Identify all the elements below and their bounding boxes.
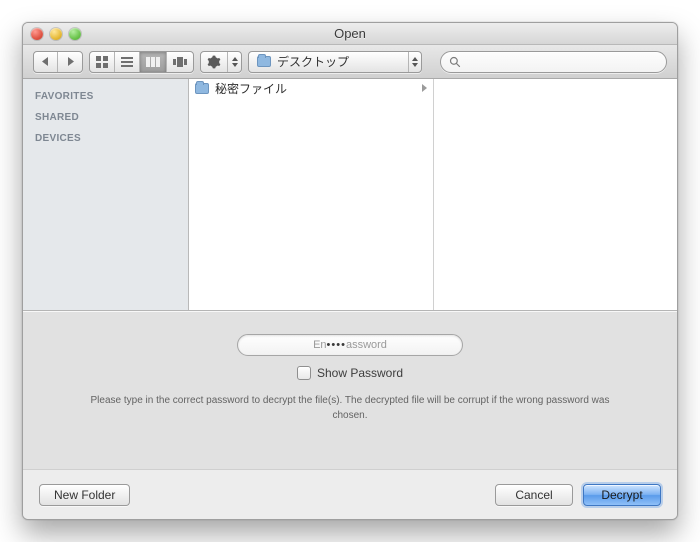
cancel-button[interactable]: Cancel (495, 484, 573, 506)
folder-icon (257, 56, 271, 67)
titlebar: Open (23, 23, 677, 45)
window-title: Open (23, 26, 677, 41)
password-placeholder-left: En (313, 339, 326, 351)
action-menu[interactable] (200, 51, 242, 73)
gear-icon (207, 55, 221, 69)
chevron-updown-icon (408, 52, 421, 72)
column-view-icon (146, 57, 160, 67)
coverflow-view-icon (173, 57, 187, 67)
forward-icon (67, 57, 74, 66)
back-button[interactable] (34, 52, 58, 72)
icon-view-button[interactable] (90, 52, 115, 72)
new-folder-button[interactable]: New Folder (39, 484, 130, 506)
path-popup[interactable]: デスクトップ (248, 51, 422, 73)
sidebar-section-devices[interactable]: DEVICES (23, 127, 188, 148)
folder-icon (195, 83, 209, 94)
decrypt-button[interactable]: Decrypt (583, 484, 661, 506)
toolbar: デスクトップ (23, 45, 677, 79)
open-dialog-window: Open (22, 22, 678, 520)
show-password-checkbox[interactable] (297, 366, 311, 380)
file-name: 秘密ファイル (215, 80, 287, 97)
show-password-row: Show Password (297, 366, 403, 380)
dialog-button-bar: New Folder Cancel Decrypt (23, 469, 677, 519)
view-switcher (89, 51, 194, 73)
window-controls (23, 28, 81, 40)
nav-buttons (33, 51, 83, 73)
sidebar-section-favorites[interactable]: FAVORITES (23, 85, 188, 106)
zoom-window-button[interactable] (69, 28, 81, 40)
close-window-button[interactable] (31, 28, 43, 40)
forward-button[interactable] (58, 52, 82, 72)
column-2[interactable] (434, 79, 678, 310)
coverflow-view-button[interactable] (167, 52, 193, 72)
sidebar-section-shared[interactable]: SHARED (23, 106, 188, 127)
back-icon (42, 57, 49, 66)
password-masked: •••• (327, 339, 346, 351)
list-view-button[interactable] (115, 52, 140, 72)
chevron-updown-icon (227, 52, 241, 72)
sidebar: FAVORITES SHARED DEVICES (23, 79, 189, 310)
search-input[interactable] (466, 54, 658, 70)
column-1[interactable]: 秘密ファイル (189, 79, 434, 310)
file-browser: FAVORITES SHARED DEVICES 秘密ファイル (23, 79, 677, 311)
minimize-window-button[interactable] (50, 28, 62, 40)
password-panel: En••••assword Show Password Please type … (23, 311, 677, 469)
path-label: デスクトップ (277, 53, 349, 70)
icon-view-icon (96, 56, 108, 68)
list-item[interactable]: 秘密ファイル (189, 79, 433, 97)
search-icon (449, 56, 461, 68)
list-view-icon (121, 57, 133, 67)
password-hint-text: Please type in the correct password to d… (90, 394, 610, 423)
show-password-label: Show Password (317, 366, 403, 380)
password-input[interactable]: En••••assword (237, 334, 463, 356)
chevron-right-icon (422, 84, 427, 92)
search-field[interactable] (440, 51, 667, 73)
column-view-button[interactable] (140, 52, 167, 72)
password-placeholder-right: assword (346, 339, 387, 351)
